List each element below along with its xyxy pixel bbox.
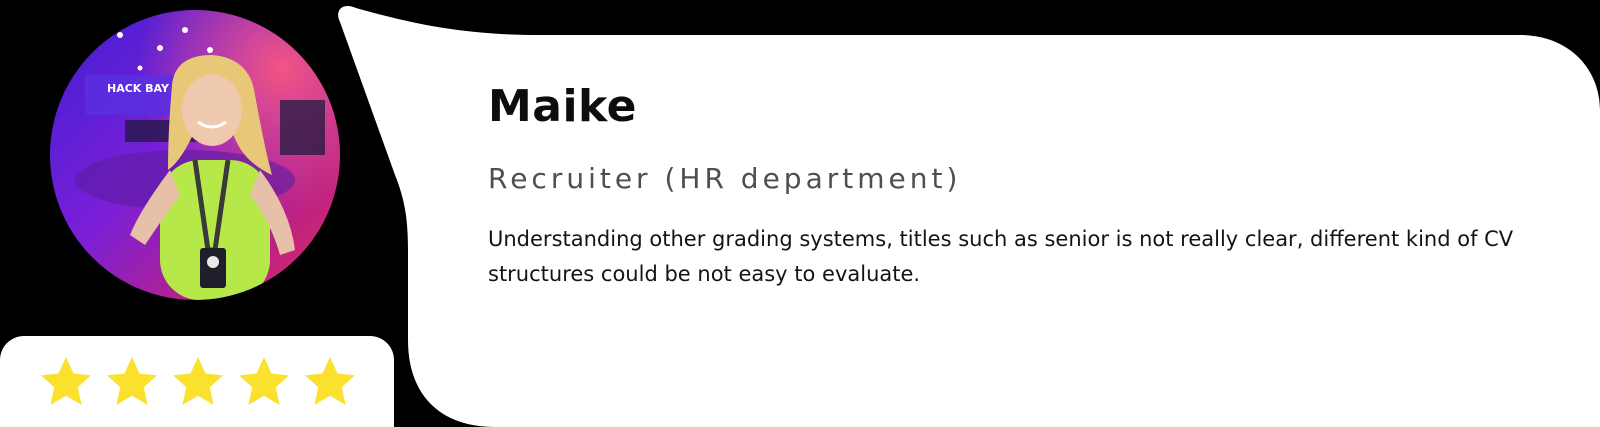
person-role: Recruiter (HR department) [488, 162, 962, 195]
star-icon [170, 354, 226, 410]
profile-photo: HACK BAY [50, 10, 340, 300]
star-icon [302, 354, 358, 410]
photo-sign: HACK BAY [107, 82, 170, 95]
testimonial-content: Maike Recruiter (HR department) Understa… [488, 78, 1548, 292]
testimonial-quote: Understanding other grading systems, tit… [488, 227, 1514, 286]
star-icon [104, 354, 160, 410]
avatar: HACK BAY [50, 10, 340, 300]
star-icon [236, 354, 292, 410]
star-icon [38, 354, 94, 410]
person-name: Maike [488, 81, 637, 132]
rating-card [0, 336, 394, 427]
